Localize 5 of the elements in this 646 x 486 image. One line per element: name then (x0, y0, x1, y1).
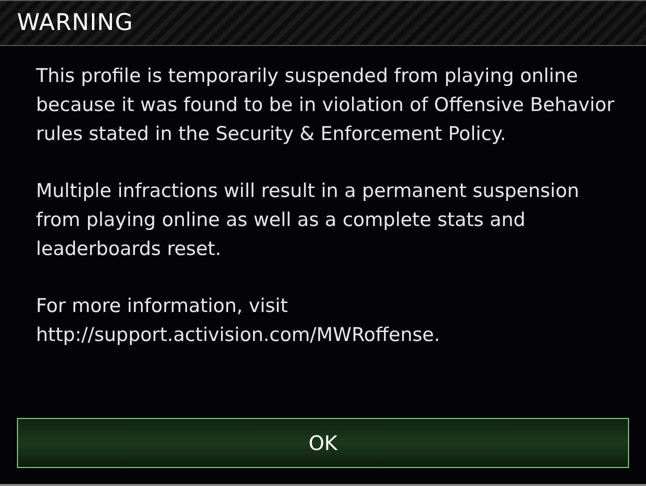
dialog-title: WARNING (17, 8, 134, 38)
ok-button[interactable]: OK (17, 418, 629, 468)
message-text: Multiple infractions will result in a permanent suspension from playing online as well as a complete stats and leaderboards reset. (36, 179, 580, 262)
message-text: This profile is temporarily suspended from playing online because it was found to be in violation of Offensive Behavior rules stated in the Security & Enforcement Policy. (36, 64, 616, 147)
message-text: For more information, visit http://support.activision.com/MWRoffense. (36, 294, 442, 348)
